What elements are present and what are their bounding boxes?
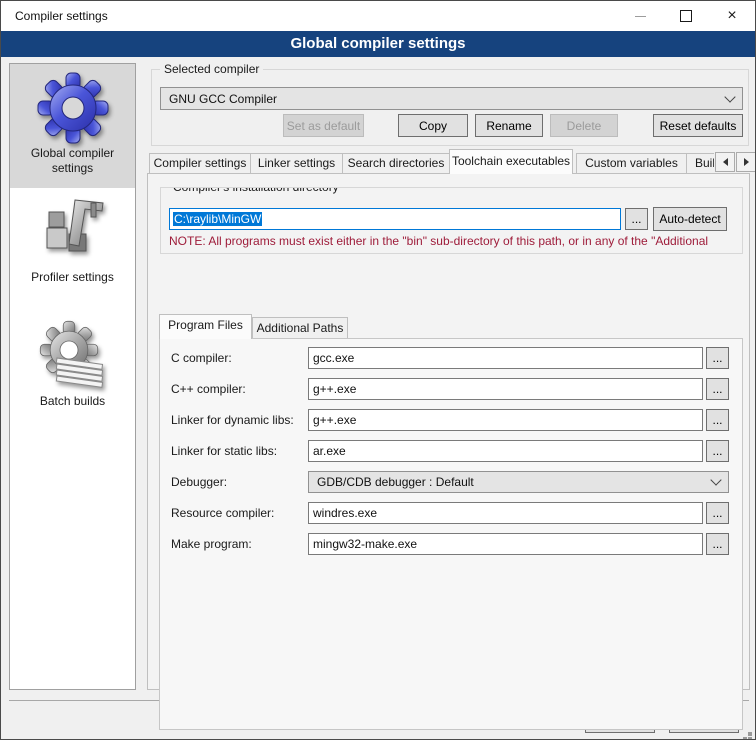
- group-label: Compiler's installation directory: [169, 187, 343, 194]
- category-label: Profiler settings: [10, 270, 135, 285]
- resize-grip[interactable]: [748, 732, 752, 736]
- compiler-settings-window: Compiler settings × Global compiler sett…: [0, 0, 756, 740]
- delete-button[interactable]: Delete: [550, 114, 618, 137]
- subtab-additional-paths[interactable]: Additional Paths: [252, 317, 348, 339]
- dynamic-linker-browse-button[interactable]: ...: [706, 409, 729, 431]
- copy-button[interactable]: Copy: [398, 114, 468, 137]
- dialog-header: Global compiler settings: [1, 31, 755, 57]
- category-profiler-settings[interactable]: Profiler settings: [10, 188, 135, 312]
- tab-build-options[interactable]: Build: [686, 153, 714, 174]
- field-label: Resource compiler:: [171, 506, 274, 520]
- tab-scroll-right-button[interactable]: [736, 152, 756, 172]
- field-label: Debugger:: [171, 475, 227, 489]
- auto-detect-button[interactable]: Auto-detect: [653, 207, 727, 231]
- chevron-down-icon: [724, 91, 735, 102]
- group-label: Selected compiler: [160, 62, 263, 76]
- install-dir-note: NOTE: All programs must exist either in …: [169, 234, 739, 248]
- dynamic-linker-input[interactable]: [308, 409, 703, 431]
- debugger-select[interactable]: GDB/CDB debugger : Default: [308, 471, 729, 493]
- selected-compiler-group: Selected compiler GNU GCC Compiler Set a…: [151, 69, 749, 146]
- tab-linker-settings[interactable]: Linker settings: [250, 153, 343, 174]
- batch-builds-gear-icon: [35, 318, 111, 394]
- arrow-left-icon: [723, 158, 728, 166]
- field-label: Linker for dynamic libs:: [171, 413, 294, 427]
- category-global-compiler-settings[interactable]: Global compiler settings: [10, 64, 135, 188]
- field-label: C compiler:: [171, 351, 232, 365]
- category-label: Global compiler settings: [10, 146, 135, 176]
- window-title: Compiler settings: [15, 9, 108, 23]
- tab-custom-variables[interactable]: Custom variables: [576, 153, 687, 174]
- settings-category-list: Global compiler settings: [9, 63, 136, 690]
- installation-directory-group: Compiler's installation directory C:\ray…: [160, 187, 743, 254]
- static-linker-browse-button[interactable]: ...: [706, 440, 729, 462]
- cpp-compiler-input[interactable]: [308, 378, 703, 400]
- caption-buttons: ×: [617, 1, 755, 31]
- close-button[interactable]: ×: [709, 1, 755, 31]
- dialog-header-title: Global compiler settings: [290, 35, 465, 52]
- tab-scroll-left-button[interactable]: [715, 152, 735, 172]
- blue-gear-icon: [35, 70, 111, 146]
- titlebar: Compiler settings ×: [1, 1, 755, 31]
- install-dir-selected-text: C:\raylib\MinGW: [173, 212, 262, 226]
- maximize-button[interactable]: [663, 1, 709, 31]
- category-label: Batch builds: [10, 394, 135, 409]
- c-compiler-browse-button[interactable]: ...: [706, 347, 729, 369]
- maximize-icon: [680, 10, 692, 22]
- minimize-icon: [635, 16, 646, 17]
- debugger-select-value: GDB/CDB debugger : Default: [317, 475, 712, 489]
- field-label: Make program:: [171, 537, 252, 551]
- compiler-select-value: GNU GCC Compiler: [169, 92, 726, 106]
- program-files-panel: C compiler: ... C++ compiler: ... Linker…: [159, 338, 743, 730]
- static-linker-input[interactable]: [308, 440, 703, 462]
- resource-compiler-browse-button[interactable]: ...: [706, 502, 729, 524]
- set-as-default-button[interactable]: Set as default: [283, 114, 364, 137]
- tab-search-directories[interactable]: Search directories: [342, 153, 450, 174]
- reset-defaults-button[interactable]: Reset defaults: [653, 114, 743, 137]
- dialog-body: Global compiler settings: [1, 57, 755, 739]
- tab-compiler-settings[interactable]: Compiler settings: [149, 153, 251, 174]
- c-compiler-input[interactable]: [308, 347, 703, 369]
- cpp-compiler-browse-button[interactable]: ...: [706, 378, 729, 400]
- subtab-program-files[interactable]: Program Files: [159, 314, 252, 339]
- install-dir-input[interactable]: C:\raylib\MinGW: [169, 208, 621, 230]
- make-program-browse-button[interactable]: ...: [706, 533, 729, 555]
- rename-button[interactable]: Rename: [475, 114, 543, 137]
- field-row-debugger: Debugger: GDB/CDB debugger : Default: [160, 471, 742, 493]
- field-label: Linker for static libs:: [171, 444, 277, 458]
- field-row-static-linker: Linker for static libs: ...: [160, 440, 742, 462]
- category-batch-builds[interactable]: Batch builds: [10, 312, 135, 436]
- arrow-right-icon: [744, 158, 749, 166]
- minimize-button[interactable]: [617, 1, 663, 31]
- chevron-down-icon: [710, 474, 721, 485]
- tab-toolchain-executables[interactable]: Toolchain executables: [449, 149, 573, 174]
- install-dir-browse-button[interactable]: ...: [625, 208, 648, 230]
- field-row-cpp-compiler: C++ compiler: ...: [160, 378, 742, 400]
- compiler-select[interactable]: GNU GCC Compiler: [160, 87, 743, 110]
- profiler-caliper-icon: [35, 194, 111, 270]
- field-label: C++ compiler:: [171, 382, 246, 396]
- field-row-make-program: Make program: ...: [160, 533, 742, 555]
- field-row-resource-compiler: Resource compiler: ...: [160, 502, 742, 524]
- toolchain-executables-panel: Compiler's installation directory C:\ray…: [147, 173, 750, 690]
- resource-compiler-input[interactable]: [308, 502, 703, 524]
- close-icon: ×: [727, 8, 736, 24]
- make-program-input[interactable]: [308, 533, 703, 555]
- field-row-dynamic-linker: Linker for dynamic libs: ...: [160, 409, 742, 431]
- field-row-c-compiler: C compiler: ...: [160, 347, 742, 369]
